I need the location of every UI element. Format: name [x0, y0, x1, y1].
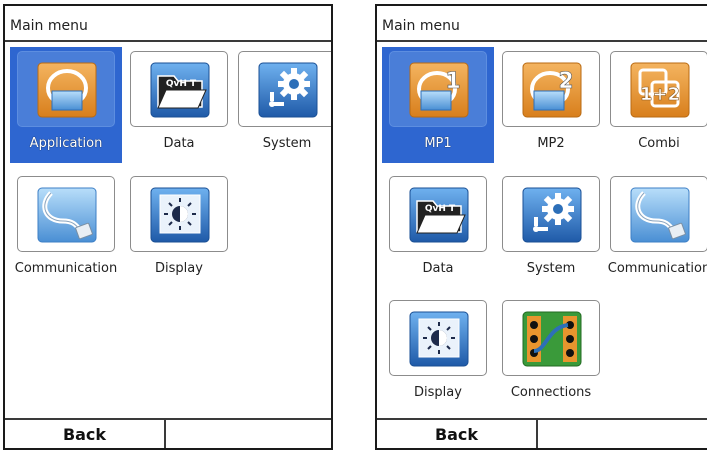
data-folder-icon: QvH T	[409, 187, 469, 243]
screen-title: Main menu	[377, 6, 707, 42]
tile-label: System	[262, 136, 312, 151]
mp1-icon-text: 1	[445, 69, 460, 94]
combi-icon-text: 1+2	[640, 84, 680, 105]
tile-application[interactable]: Application	[10, 47, 122, 163]
softkey-bar: Back	[377, 418, 707, 448]
tile-data[interactable]: QvH T Data	[382, 172, 494, 288]
tile-label: Communication	[607, 261, 707, 276]
combi-icon: 1+2	[630, 62, 690, 118]
back-button[interactable]: Back	[5, 420, 166, 448]
screen-title: Main menu	[5, 6, 331, 42]
empty-softkey[interactable]	[166, 420, 331, 448]
system-gear-icon	[522, 187, 582, 243]
tile-combi[interactable]: 1+2 Combi	[603, 47, 707, 163]
mp1-icon: 1	[409, 62, 469, 118]
mp2-icon-text: 2	[558, 69, 573, 94]
communication-cable-icon	[37, 187, 97, 243]
display-brightness-icon	[409, 311, 469, 367]
main-menu-screen-1: Main menu Application QvH T Data System …	[3, 4, 333, 450]
tile-label: Display	[155, 261, 203, 276]
data-icon-text: QvH T	[166, 79, 197, 89]
tile-display[interactable]: Display	[382, 296, 494, 412]
connections-icon	[522, 311, 582, 367]
display-brightness-icon	[150, 187, 210, 243]
main-menu-screen-2: Main menu 1 MP1 2 MP2 1+2 Combi QvH T Da…	[375, 4, 707, 450]
application-icon	[37, 62, 97, 118]
softkey-bar: Back	[5, 418, 331, 448]
back-button[interactable]: Back	[377, 420, 538, 448]
tile-mp1[interactable]: 1 MP1	[382, 47, 494, 163]
mp2-icon: 2	[522, 62, 582, 118]
tile-display[interactable]: Display	[123, 172, 235, 288]
tile-connections[interactable]: Connections	[495, 296, 607, 412]
data-icon-text: QvH T	[425, 204, 456, 214]
empty-softkey[interactable]	[538, 420, 707, 448]
tile-label: Combi	[638, 136, 680, 151]
tile-system[interactable]: System	[231, 47, 331, 163]
data-folder-icon: QvH T	[150, 62, 210, 118]
communication-cable-icon	[630, 187, 690, 243]
tile-label: Connections	[510, 385, 592, 400]
system-gear-icon	[258, 62, 318, 118]
tile-communication[interactable]: Communication	[603, 172, 707, 288]
tile-communication[interactable]: Communication	[10, 172, 122, 288]
